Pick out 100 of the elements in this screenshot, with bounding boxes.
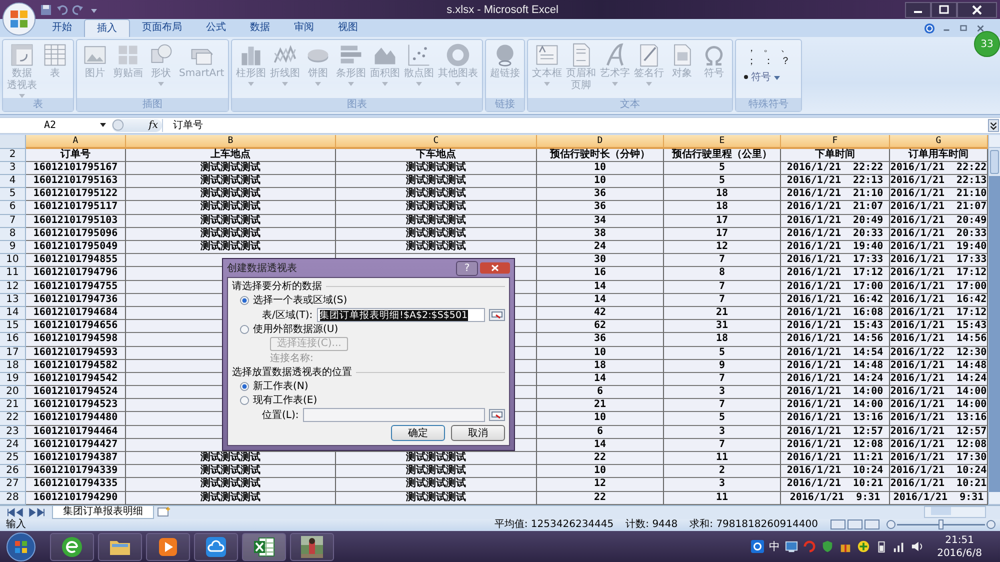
row-header[interactable]: 19 [0, 372, 26, 386]
help-icon[interactable] [924, 22, 935, 34]
ribbon-tab[interactable]: 插入 [84, 19, 130, 38]
row-header[interactable]: 5 [0, 188, 26, 202]
row-header[interactable]: 12 [0, 280, 26, 294]
row-header[interactable]: 18 [0, 360, 26, 373]
row-header[interactable]: 16 [0, 333, 26, 346]
row-header[interactable]: 20 [0, 386, 26, 400]
symbol-button[interactable]: 。 [761, 42, 776, 56]
plus-icon[interactable] [857, 540, 870, 554]
restore-icon[interactable] [958, 22, 969, 34]
row-header[interactable]: 3 [0, 162, 26, 176]
row-header[interactable]: 23 [0, 426, 26, 439]
ribbon-tab[interactable]: 视图 [326, 19, 370, 38]
row-header[interactable]: 2 [0, 148, 26, 162]
insert-function-button[interactable]: fx [148, 120, 158, 131]
name-box[interactable]: A2 [0, 120, 100, 131]
antivirus-icon[interactable] [803, 540, 816, 554]
taskbar-button[interactable] [242, 532, 286, 561]
row-header[interactable]: 8 [0, 228, 26, 241]
row-header[interactable]: 22 [0, 412, 26, 426]
clock-time[interactable]: 21:51 [945, 534, 974, 547]
radio-icon[interactable] [240, 325, 249, 334]
row-header[interactable]: 26 [0, 465, 26, 478]
sheet-tab[interactable]: 集团订单报表明细 [52, 506, 154, 519]
collapse-dialog-icon[interactable] [489, 309, 505, 321]
radio-icon[interactable] [240, 296, 249, 305]
taskbar-button[interactable] [146, 532, 190, 561]
column-header[interactable]: G [890, 134, 988, 149]
column-header[interactable]: F [781, 134, 890, 149]
symbol-button[interactable]: 、 [778, 42, 794, 56]
ribbon-tab[interactable]: 页面布局 [130, 19, 194, 38]
shield-icon[interactable] [821, 540, 834, 554]
dialog-button[interactable]: 取消 [451, 425, 505, 441]
taskbar-button[interactable] [194, 532, 238, 561]
table-cell: 16012101794582 [26, 360, 126, 373]
input-language[interactable]: 中 [769, 539, 780, 554]
network-icon[interactable] [785, 540, 798, 554]
row-header[interactable]: 4 [0, 175, 26, 188]
symbol-button[interactable]: ， [744, 42, 760, 56]
column-header[interactable]: C [336, 134, 537, 149]
expand-icon[interactable] [988, 118, 999, 132]
symbol-button[interactable]: ； [744, 55, 760, 68]
table-cell: 5 [664, 175, 781, 188]
radio-option[interactable]: 选择一个表或区域(S) [240, 294, 348, 307]
symbol-menu-button[interactable]: 符号 [744, 70, 794, 84]
taskbar-button[interactable] [290, 532, 334, 561]
close-button[interactable] [957, 2, 997, 18]
slider-thumb[interactable] [938, 520, 944, 530]
radio-icon[interactable] [240, 382, 249, 391]
row-header[interactable]: 9 [0, 241, 26, 254]
row-header[interactable]: 25 [0, 452, 26, 466]
row-header[interactable]: 21 [0, 399, 26, 412]
input-method-icon[interactable] [751, 540, 764, 554]
taskbar-button[interactable] [98, 532, 142, 561]
ribbon-tab[interactable]: 公式 [194, 19, 238, 38]
row-header[interactable]: 27 [0, 478, 26, 492]
row-header[interactable]: 6 [0, 201, 26, 215]
taskbar-button[interactable] [50, 532, 94, 561]
redo-icon[interactable] [72, 4, 84, 16]
row-header[interactable]: 28 [0, 492, 26, 505]
column-header[interactable]: E [664, 134, 781, 149]
location-field[interactable] [302, 408, 485, 422]
range-field[interactable]: 集团订单报表明细!$A$2:$S$501 [316, 308, 485, 322]
undo-icon[interactable] [56, 4, 68, 16]
row-header[interactable]: 14 [0, 306, 26, 320]
close-icon[interactable] [975, 22, 986, 34]
ribbon-tab[interactable]: 开始 [40, 19, 84, 38]
column-header[interactable]: D [537, 134, 664, 149]
dialog-button[interactable]: 确定 [391, 425, 445, 441]
row-header[interactable]: 11 [0, 267, 26, 281]
vertical-scrollbar[interactable] [988, 134, 1000, 505]
restore-button[interactable] [931, 2, 957, 18]
column-header[interactable]: B [126, 134, 336, 149]
radio-option[interactable]: 使用外部数据源(U) [240, 323, 338, 336]
row-header[interactable]: 15 [0, 320, 26, 334]
row-header[interactable]: 24 [0, 438, 26, 452]
radio-option[interactable]: 现有工作表(E) [240, 394, 318, 407]
caret-icon[interactable] [100, 123, 106, 128]
radio-option[interactable]: 新工作表(N) [240, 380, 308, 393]
new-sheet-icon[interactable] [157, 507, 171, 518]
symbol-button[interactable]: ： [761, 55, 776, 68]
ribbon-tab[interactable]: 数据 [238, 19, 282, 38]
row-header[interactable]: 7 [0, 214, 26, 228]
radio-icon[interactable] [240, 396, 249, 405]
collapse-dialog-icon[interactable] [489, 409, 505, 421]
row-header[interactable]: 17 [0, 346, 26, 360]
column-header[interactable]: A [26, 134, 126, 149]
clock-date[interactable]: 2016/6/8 [937, 546, 982, 560]
row-header[interactable]: 10 [0, 254, 26, 268]
symbol-button[interactable]: ？ [778, 55, 794, 68]
horizontal-scrollbar[interactable] [924, 506, 986, 518]
minimize-button[interactable] [905, 2, 931, 18]
zoom-slider[interactable] [886, 519, 996, 530]
view-buttons-icon[interactable] [830, 519, 880, 530]
row-header[interactable]: 13 [0, 294, 26, 307]
start-button[interactable] [6, 532, 36, 562]
volume-icon[interactable] [911, 540, 924, 554]
ribbon-tab[interactable]: 审阅 [282, 19, 326, 38]
save-icon[interactable] [40, 4, 52, 16]
